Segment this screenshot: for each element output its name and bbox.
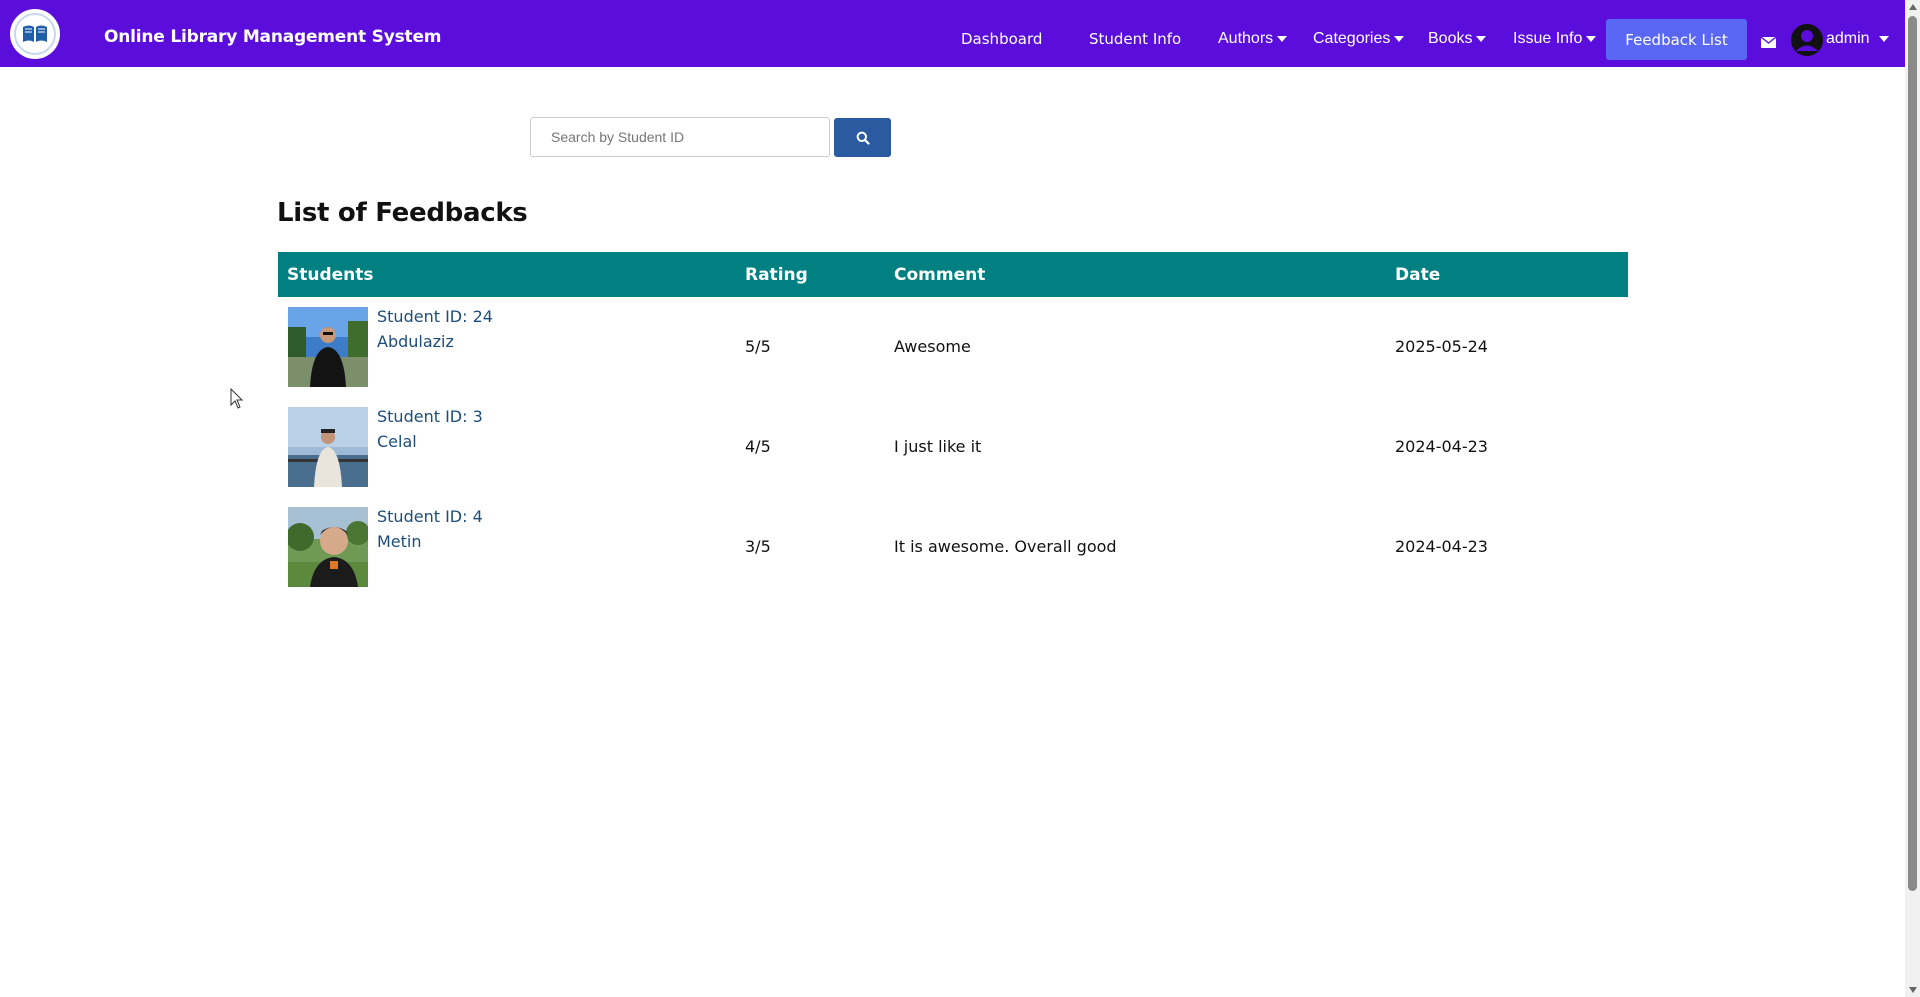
comment-text: It is awesome. Overall good — [894, 537, 1117, 556]
nav-dashboard[interactable]: Dashboard — [961, 30, 1042, 48]
scroll-down-icon[interactable] — [1909, 987, 1917, 993]
student-name-link[interactable]: Celal — [377, 432, 417, 451]
user-name: admin — [1826, 30, 1870, 47]
caret-down-icon — [1586, 35, 1597, 42]
search-button[interactable] — [834, 118, 891, 157]
caret-down-icon — [1277, 35, 1288, 42]
top-navbar: Online Library Management System Dashboa… — [0, 0, 1905, 67]
nav-authors-label: Authors — [1218, 30, 1274, 47]
column-header-date: Date — [1395, 265, 1441, 285]
nav-categories-label: Categories — [1313, 30, 1391, 47]
brand-title[interactable]: Online Library Management System — [104, 27, 441, 47]
column-header-rating: Rating — [745, 265, 808, 285]
rating-value: 5/5 — [745, 337, 771, 356]
column-header-comment: Comment — [894, 265, 986, 285]
scrollbar-thumb[interactable] — [1908, 16, 1917, 891]
feedback-list-button[interactable]: Feedback List — [1606, 19, 1747, 60]
feedback-date: 2024-04-23 — [1395, 537, 1488, 556]
nav-authors[interactable]: Authors — [1218, 30, 1288, 48]
feedback-table: Students Rating Comment Date Student ID:… — [278, 252, 1628, 597]
caret-down-icon — [1878, 35, 1889, 42]
user-menu[interactable]: admin — [1826, 30, 1889, 48]
search-input[interactable] — [530, 117, 830, 157]
mouse-cursor-icon — [230, 387, 244, 414]
student-name-link[interactable]: Metin — [377, 532, 422, 551]
nav-categories[interactable]: Categories — [1313, 30, 1405, 48]
caret-down-icon — [1476, 35, 1487, 42]
feedback-date: 2025-05-24 — [1395, 337, 1488, 356]
table-header: Students Rating Comment Date — [278, 252, 1628, 297]
rating-value: 4/5 — [745, 437, 771, 456]
envelope-icon[interactable] — [1760, 33, 1777, 52]
nav-books-label: Books — [1428, 30, 1473, 47]
feedback-date: 2024-04-23 — [1395, 437, 1488, 456]
caret-down-icon — [1394, 35, 1405, 42]
table-row: Student ID: 24 Abdulaziz 5/5 Awesome 202… — [278, 297, 1628, 397]
nav-issue-info-label: Issue Info — [1513, 30, 1583, 47]
comment-text: I just like it — [894, 437, 982, 456]
table-row: Student ID: 3 Celal 4/5 I just like it 2… — [278, 397, 1628, 497]
student-photo — [288, 307, 368, 387]
page-title: List of Feedbacks — [277, 198, 528, 228]
rating-value: 3/5 — [745, 537, 771, 556]
nav-issue-info[interactable]: Issue Info — [1513, 30, 1597, 48]
student-name-link[interactable]: Abdulaziz — [377, 332, 454, 351]
student-id-link[interactable]: Student ID: 24 — [377, 307, 493, 326]
comment-text: Awesome — [894, 337, 971, 356]
student-id-link[interactable]: Student ID: 4 — [377, 507, 483, 526]
column-header-students: Students — [287, 265, 374, 285]
student-photo — [288, 407, 368, 487]
user-avatar-icon[interactable] — [1791, 24, 1823, 56]
search-icon — [856, 131, 870, 145]
table-row: Student ID: 4 Metin 3/5 It is awesome. O… — [278, 497, 1628, 597]
nav-student-info[interactable]: Student Info — [1089, 30, 1181, 48]
student-photo — [288, 507, 368, 587]
book-icon — [14, 13, 56, 55]
library-logo[interactable] — [10, 9, 60, 59]
nav-books[interactable]: Books — [1428, 30, 1487, 48]
scroll-up-icon[interactable] — [1909, 4, 1917, 10]
page-scrollbar[interactable] — [1905, 0, 1920, 997]
student-id-link[interactable]: Student ID: 3 — [377, 407, 483, 426]
